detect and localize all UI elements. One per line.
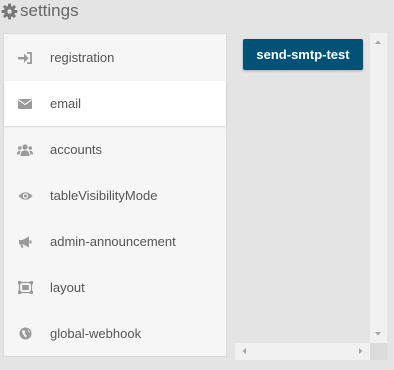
- sidebar-item-tableVisibilityMode[interactable]: tableVisibilityMode: [4, 173, 226, 218]
- object-group-icon: [17, 281, 33, 295]
- sidebar-item-admin-announcement[interactable]: admin-announcement: [4, 219, 226, 264]
- bullhorn-icon: [17, 235, 33, 249]
- sidebar-item-label: email: [50, 96, 82, 111]
- sidebar-item-registration[interactable]: registration: [4, 35, 226, 80]
- send-smtp-test-button[interactable]: send-smtp-test: [243, 39, 363, 70]
- sidebar-item-label: tableVisibilityMode: [50, 188, 158, 203]
- sign-in-icon: [17, 51, 33, 65]
- horizontal-scrollbar[interactable]: [235, 343, 370, 360]
- settings-header: settings: [0, 0, 79, 22]
- sidebar-item-email[interactable]: email: [4, 81, 226, 126]
- sidebar-item-label: admin-announcement: [50, 234, 176, 249]
- settings-sidebar: registration email accounts tableVisibil…: [3, 33, 227, 357]
- sidebar-item-label: registration: [50, 50, 115, 65]
- page-title: settings: [20, 1, 79, 20]
- sidebar-item-label: accounts: [50, 142, 103, 157]
- envelope-icon: [17, 97, 33, 111]
- scroll-left-arrow-icon[interactable]: [240, 347, 248, 355]
- sidebar-item-global-webhook[interactable]: global-webhook: [4, 311, 226, 356]
- settings-content-panel: send-smtp-test: [235, 33, 388, 360]
- gear-icon: [1, 3, 18, 19]
- scroll-up-arrow-icon[interactable]: [374, 38, 382, 46]
- sidebar-item-label: layout: [50, 280, 85, 295]
- users-icon: [17, 143, 33, 157]
- scroll-right-arrow-icon[interactable]: [357, 347, 365, 355]
- vertical-scrollbar[interactable]: [370, 33, 387, 343]
- sidebar-item-layout[interactable]: layout: [4, 265, 226, 310]
- scrollbar-corner: [370, 343, 387, 360]
- eye-icon: [17, 189, 33, 203]
- globe-icon: [17, 327, 33, 341]
- sidebar-item-label: global-webhook: [50, 326, 142, 341]
- sidebar-item-accounts[interactable]: accounts: [4, 127, 226, 172]
- scroll-down-arrow-icon[interactable]: [374, 330, 382, 338]
